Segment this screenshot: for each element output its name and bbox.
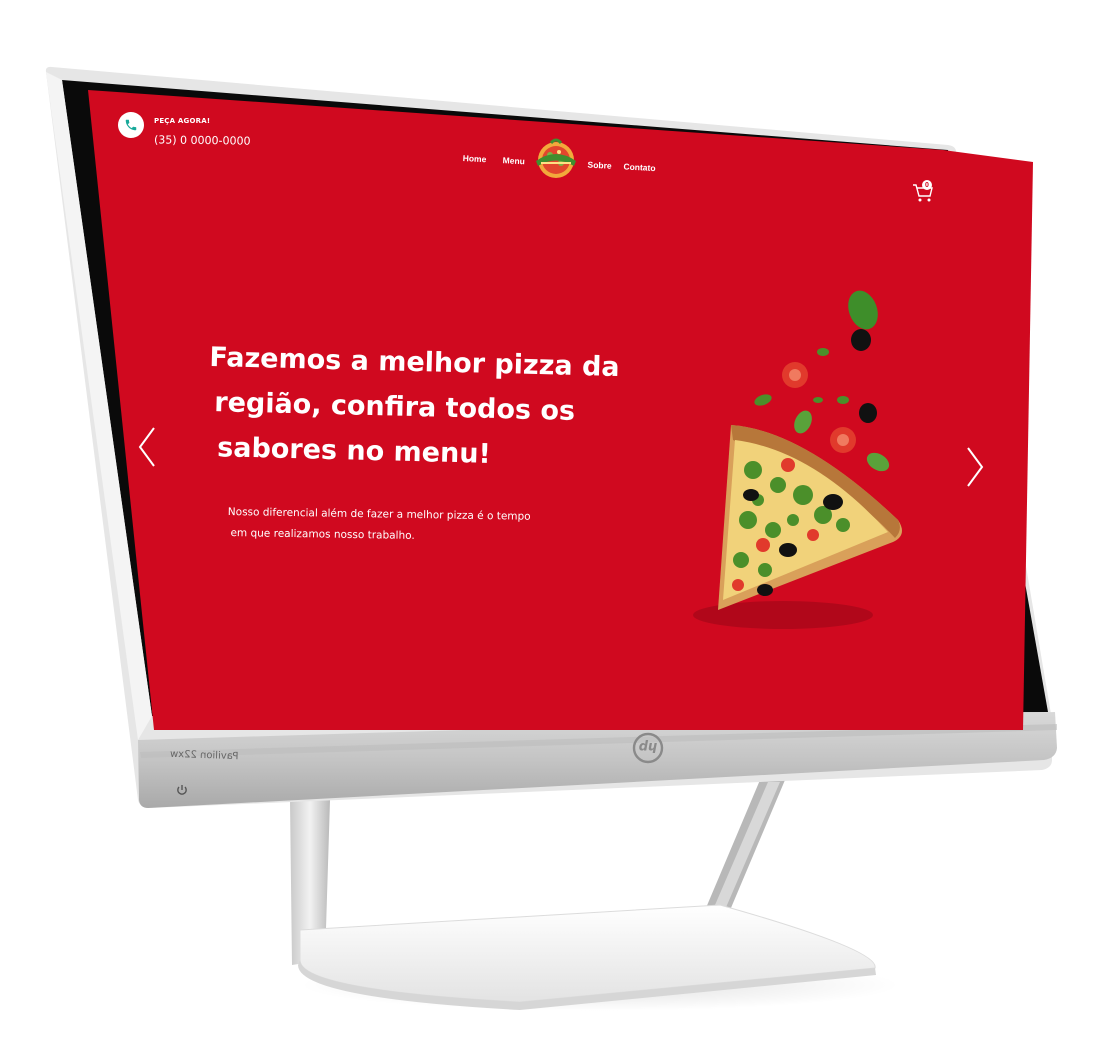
- hero-headline: Fazemos a melhor pizza da região, confir…: [207, 335, 620, 479]
- order-now-label: PEÇA AGORA!: [154, 117, 211, 125]
- phone-button[interactable]: [118, 112, 144, 138]
- nav-home[interactable]: Home: [462, 153, 486, 164]
- chevron-right-icon[interactable]: [964, 445, 986, 489]
- phone-number[interactable]: (35) 0 0000-0000: [154, 133, 251, 147]
- model-label: Pavilion 22xw: [169, 748, 239, 763]
- cart-count-badge: 0: [922, 180, 932, 190]
- nav-sobre[interactable]: Sobre: [587, 160, 612, 171]
- chevron-left-icon[interactable]: [136, 425, 158, 469]
- hero-headline-line-3: sabores no menu!: [216, 432, 492, 470]
- monitor-mockup: hp Pavilion 22xw hp PEÇA AGORA! (35) 0 0…: [0, 0, 1093, 1039]
- svg-text:hp: hp: [639, 739, 658, 754]
- pizzeria-logo-icon[interactable]: [531, 135, 581, 185]
- website-screen: PEÇA AGORA! (35) 0 0000-0000 Home Menu S…: [88, 90, 1033, 730]
- hero-subtext: Nosso diferencial além de fazer a melhor…: [227, 502, 538, 549]
- nav-menu[interactable]: Menu: [502, 155, 525, 166]
- phone-icon: [125, 119, 137, 131]
- nav-contato[interactable]: Contato: [623, 161, 656, 173]
- pizza-slice-image: [693, 290, 902, 629]
